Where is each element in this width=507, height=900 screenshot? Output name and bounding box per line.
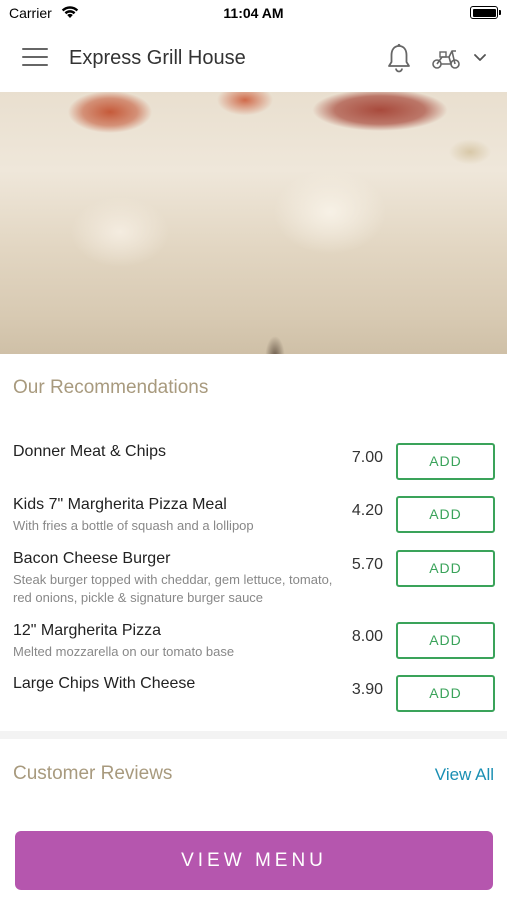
add-button[interactable]: ADD [396, 675, 495, 712]
item-price: 5.70 [351, 556, 383, 573]
item-name: Donner Meat & Chips [13, 443, 166, 460]
item-price: 7.00 [351, 449, 383, 466]
menu-icon[interactable] [22, 48, 48, 70]
recommendations-title: Our Recommendations [13, 377, 209, 398]
add-button[interactable]: ADD [396, 622, 495, 659]
reviews-title: Customer Reviews [13, 763, 173, 784]
status-time: 11:04 AM [223, 5, 284, 21]
app-header: Express Grill House [0, 26, 507, 92]
item-description: Steak burger topped with cheddar, gem le… [13, 572, 333, 605]
section-divider [0, 731, 507, 739]
view-menu-button[interactable]: VIEW MENU [15, 831, 493, 890]
item-name: 12" Margherita Pizza [13, 622, 161, 639]
status-bar: Carrier 11:04 AM [0, 0, 507, 26]
view-all-reviews-link[interactable]: View All [435, 765, 494, 785]
bell-icon[interactable] [386, 43, 412, 73]
item-name: Large Chips With Cheese [13, 675, 196, 692]
item-name: Kids 7" Margherita Pizza Meal [13, 496, 227, 513]
item-description: Melted mozzarella on our tomato base [13, 644, 235, 659]
item-name: Bacon Cheese Burger [13, 550, 171, 567]
add-button[interactable]: ADD [396, 550, 495, 587]
item-price: 3.90 [351, 681, 383, 698]
hero-image [0, 92, 507, 354]
add-button[interactable]: ADD [396, 443, 495, 480]
item-price: 8.00 [351, 628, 383, 645]
item-price: 4.20 [351, 502, 383, 519]
scooter-icon[interactable] [431, 48, 461, 70]
add-button[interactable]: ADD [396, 496, 495, 533]
restaurant-title: Express Grill House [69, 47, 246, 69]
chevron-down-icon[interactable] [474, 54, 486, 62]
item-description: With fries a bottle of squash and a loll… [13, 518, 254, 533]
battery-icon [470, 6, 501, 19]
